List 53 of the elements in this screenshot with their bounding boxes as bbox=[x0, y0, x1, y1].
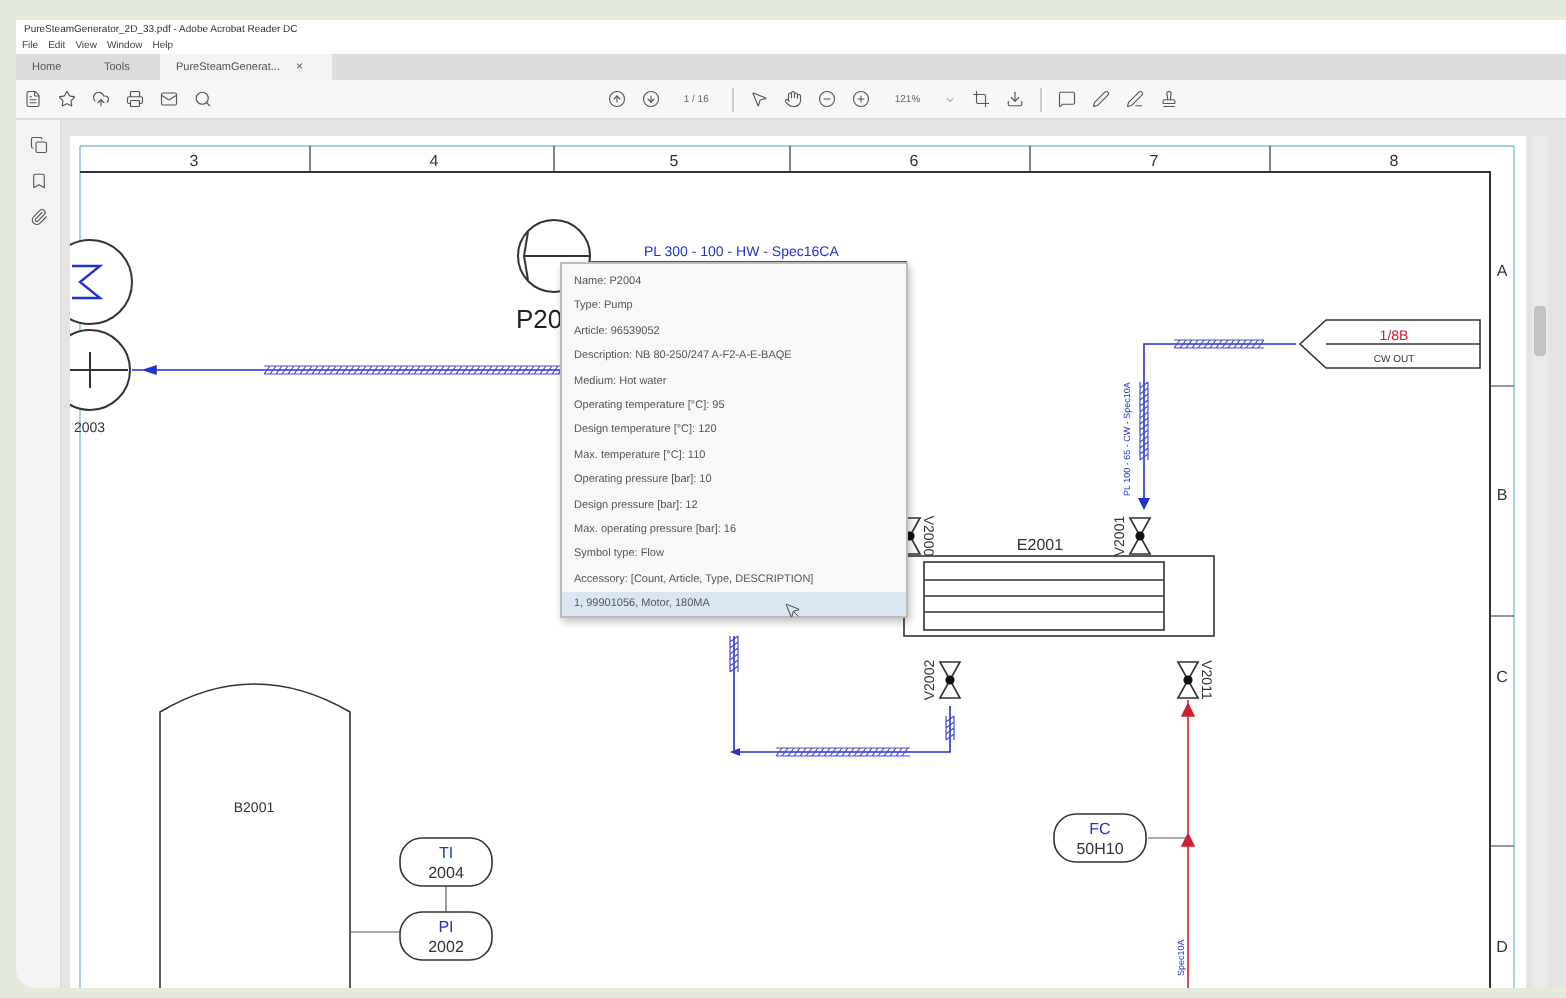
instrument-bubble bbox=[399, 911, 493, 961]
grid-column-label: 7 bbox=[1149, 152, 1159, 170]
grid-column-label: 5 bbox=[669, 152, 679, 170]
insulation-hatching bbox=[1139, 381, 1149, 461]
instrument-number: 2004 bbox=[428, 864, 464, 882]
grid-column-label: 4 bbox=[429, 152, 439, 170]
insulation-hatching bbox=[729, 635, 739, 673]
instrument-bubble bbox=[399, 837, 493, 887]
instrument-tag: PI bbox=[438, 918, 454, 936]
print-icon[interactable] bbox=[126, 90, 144, 108]
insulation-hatching bbox=[945, 715, 955, 741]
valve-symbol bbox=[1176, 661, 1200, 699]
grid-column-label: 3 bbox=[189, 152, 199, 170]
pump-label: P20 bbox=[516, 304, 563, 334]
insulation-hatching bbox=[1173, 339, 1265, 349]
paperclip-icon[interactable] bbox=[29, 208, 47, 226]
equipment-label: E2001 bbox=[1016, 536, 1064, 554]
crop-icon[interactable] bbox=[972, 90, 991, 108]
mouse-cursor-icon bbox=[784, 602, 802, 621]
previous-page-icon[interactable] bbox=[607, 90, 626, 108]
valve-symbol bbox=[938, 661, 962, 699]
document-icon[interactable] bbox=[24, 90, 42, 108]
sign-icon[interactable] bbox=[1126, 90, 1145, 108]
grid-row-label: A bbox=[1496, 262, 1508, 280]
instrument-tag: TI bbox=[438, 844, 454, 862]
valve-symbol bbox=[1128, 517, 1152, 555]
pen-icon[interactable] bbox=[1092, 90, 1111, 108]
signal-line bbox=[1147, 837, 1189, 839]
instrument-number: 2002 bbox=[428, 938, 464, 956]
grid-column-label: 8 bbox=[1389, 152, 1399, 170]
grid-row-label: D bbox=[1496, 938, 1508, 956]
insulation-hatching bbox=[775, 747, 911, 757]
hand-icon[interactable] bbox=[784, 90, 803, 108]
stamp-icon[interactable] bbox=[1160, 90, 1179, 108]
search-icon[interactable] bbox=[194, 90, 212, 108]
grid-row-label: B bbox=[1496, 486, 1508, 504]
scrollbar[interactable] bbox=[1532, 136, 1548, 988]
instrument-number: 50H10 bbox=[1076, 840, 1124, 858]
pages-icon[interactable] bbox=[29, 136, 47, 154]
next-page-icon[interactable] bbox=[641, 90, 660, 108]
mail-icon[interactable] bbox=[160, 90, 178, 108]
grid-column-label: 6 bbox=[909, 152, 919, 170]
comment-icon[interactable] bbox=[1058, 90, 1077, 108]
grid-row-label: C bbox=[1496, 668, 1508, 686]
instrument-bubble bbox=[1053, 813, 1147, 863]
download-icon[interactable] bbox=[1006, 90, 1025, 108]
zoom-in-icon[interactable] bbox=[852, 90, 871, 108]
pointer-icon[interactable] bbox=[750, 90, 769, 108]
bookmark-icon[interactable] bbox=[29, 172, 47, 190]
instrument-tag: FC bbox=[1089, 820, 1111, 838]
upload-icon[interactable] bbox=[92, 90, 110, 108]
star-icon[interactable] bbox=[58, 90, 76, 108]
zoom-out-icon[interactable] bbox=[818, 90, 837, 108]
